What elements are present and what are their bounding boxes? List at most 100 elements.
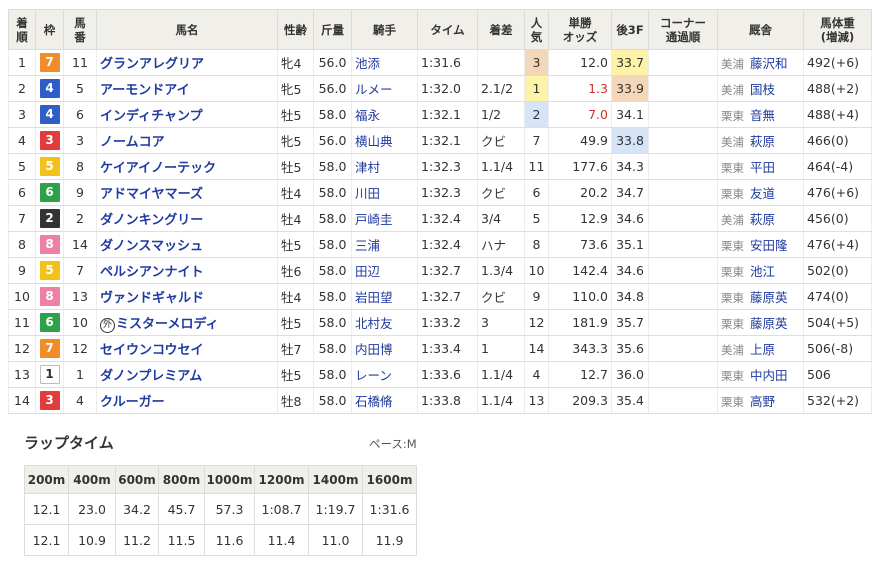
- horse-name[interactable]: ダノンスマッシュ: [100, 239, 203, 254]
- lap-distance-header: 1000m: [204, 465, 255, 494]
- trainer-link[interactable]: 萩原: [750, 134, 775, 149]
- table-row: 5 5 8 ケイアイノーテック 牡5 58.0 津村 1:32.3 1.1/4 11 177.6 34…: [8, 153, 872, 180]
- table-row: 9 5 7 ペルシアンナイト 牡6 58.0 田辺 1:32.7 1.3/4 10 142.4 34.…: [8, 257, 872, 284]
- horse-name[interactable]: ペルシアンナイト: [100, 265, 203, 280]
- horse-name-link[interactable]: ダノンプレミアム: [96, 361, 278, 388]
- horse-name[interactable]: ダノンプレミアム: [100, 369, 202, 384]
- body-weight: 464(-4): [803, 153, 872, 180]
- horse-name-link[interactable]: ダノンキングリー: [96, 205, 278, 232]
- jockey-link[interactable]: 北村友: [351, 309, 418, 336]
- carried-weight: 58.0: [313, 257, 352, 284]
- last-3f: 36.0: [611, 361, 649, 388]
- jockey-link[interactable]: ルメー: [351, 75, 418, 102]
- body-weight: 474(0): [803, 283, 872, 310]
- popularity: 10: [524, 257, 549, 284]
- jockey-link[interactable]: 田辺: [351, 257, 418, 284]
- lap-cumulative-time: 1:08.7: [254, 493, 309, 525]
- last-3f: 34.8: [611, 283, 649, 310]
- margin: 1.1/4: [477, 153, 525, 180]
- horse-name[interactable]: アドマイヤマーズ: [100, 187, 203, 202]
- trainer-link[interactable]: 平田: [750, 160, 775, 175]
- jockey-link[interactable]: 池添: [351, 49, 418, 76]
- horse-name-link[interactable]: インディチャンプ: [96, 101, 278, 128]
- col-header-jockey: 騎手: [351, 9, 418, 50]
- jockey-link[interactable]: 横山典: [351, 127, 418, 154]
- body-weight: 506: [803, 361, 872, 388]
- stable-location: 栗東: [721, 395, 744, 409]
- frame-number-cell: 7: [35, 49, 64, 76]
- horse-name-link[interactable]: ノームコア: [96, 127, 278, 154]
- horse-name-link[interactable]: クルーガー: [96, 387, 278, 414]
- horse-name[interactable]: ダノンキングリー: [100, 213, 203, 228]
- trainer-link[interactable]: 音無: [750, 108, 775, 123]
- horse-name-link[interactable]: グランアレグリア: [96, 49, 278, 76]
- finish-rank: 6: [8, 179, 36, 206]
- horse-name-link[interactable]: 外ミスターメロディ: [96, 309, 278, 336]
- jockey-link[interactable]: 津村: [351, 153, 418, 180]
- trainer-link[interactable]: 中内田: [750, 368, 788, 383]
- finish-time: 1:32.7: [417, 257, 478, 284]
- trainer-link[interactable]: 藤原英: [750, 290, 788, 305]
- jockey-link[interactable]: 三浦: [351, 231, 418, 258]
- horse-number: 5: [63, 75, 97, 102]
- frame-badge: 6: [39, 313, 60, 332]
- horse-name-link[interactable]: ダノンスマッシュ: [96, 231, 278, 258]
- jockey-link[interactable]: 福永: [351, 101, 418, 128]
- corner-positions: [648, 257, 718, 284]
- horse-name[interactable]: クルーガー: [100, 395, 165, 410]
- stable-location: 美浦: [721, 57, 744, 71]
- horse-name[interactable]: ミスターメロディ: [116, 317, 219, 332]
- lap-distance-header: 1200m: [254, 465, 309, 494]
- trainer-link[interactable]: 藤沢和: [750, 56, 788, 71]
- win-odds: 181.9: [548, 309, 612, 336]
- trainer-link[interactable]: 藤原英: [750, 316, 788, 331]
- stable-location: 栗東: [721, 265, 744, 279]
- horse-name-link[interactable]: ヴァンドギャルド: [96, 283, 278, 310]
- lap-cumulative-time: 57.3: [204, 493, 255, 525]
- horse-name-link[interactable]: アドマイヤマーズ: [96, 179, 278, 206]
- horse-name[interactable]: セイウンコウセイ: [100, 343, 203, 358]
- frame-number-cell: 3: [35, 127, 64, 154]
- jockey-link[interactable]: レーン: [351, 361, 418, 388]
- jockey-link[interactable]: 岩田望: [351, 283, 418, 310]
- frame-badge: 8: [39, 235, 60, 254]
- col-header-corner: コーナー 通過順: [648, 9, 718, 50]
- frame-badge: 1: [39, 365, 60, 384]
- horse-name[interactable]: インディチャンプ: [100, 109, 203, 124]
- jockey-link[interactable]: 内田博: [351, 335, 418, 362]
- last-3f: 34.6: [611, 205, 649, 232]
- horse-name[interactable]: ノームコア: [100, 135, 165, 150]
- jockey-link[interactable]: 石橋脩: [351, 387, 418, 414]
- col-header-waku: 枠: [35, 9, 64, 50]
- lap-split-time: 12.1: [24, 524, 69, 556]
- horse-name[interactable]: グランアレグリア: [100, 57, 204, 72]
- horse-name[interactable]: アーモンドアイ: [100, 83, 190, 98]
- horse-name-link[interactable]: ペルシアンナイト: [96, 257, 278, 284]
- trainer-link[interactable]: 萩原: [750, 212, 775, 227]
- col-header-sex-age: 性齢: [277, 9, 314, 50]
- jockey-link[interactable]: 川田: [351, 179, 418, 206]
- trainer-cell: 美浦 藤沢和: [717, 49, 804, 76]
- trainer-link[interactable]: 高野: [750, 394, 775, 409]
- horse-name[interactable]: ヴァンドギャルド: [100, 291, 204, 306]
- trainer-link[interactable]: 上原: [750, 342, 775, 357]
- finish-rank: 5: [8, 153, 36, 180]
- last-3f: 34.6: [611, 257, 649, 284]
- jockey-link[interactable]: 戸崎圭: [351, 205, 418, 232]
- popularity: 7: [524, 127, 549, 154]
- trainer-link[interactable]: 友道: [750, 186, 775, 201]
- trainer-link[interactable]: 安田隆: [750, 238, 788, 253]
- horse-name-link[interactable]: ケイアイノーテック: [96, 153, 278, 180]
- horse-name-link[interactable]: セイウンコウセイ: [96, 335, 278, 362]
- corner-positions: [648, 49, 718, 76]
- horse-number: 2: [63, 205, 97, 232]
- horse-name[interactable]: ケイアイノーテック: [100, 161, 216, 176]
- col-header-margin: 着差: [477, 9, 525, 50]
- finish-time: 1:32.3: [417, 153, 478, 180]
- trainer-link[interactable]: 池江: [750, 264, 775, 279]
- trainer-link[interactable]: 国枝: [750, 82, 775, 97]
- finish-rank: 3: [8, 101, 36, 128]
- corner-positions: [648, 153, 718, 180]
- horse-name-link[interactable]: アーモンドアイ: [96, 75, 278, 102]
- table-row: 7 2 2 ダノンキングリー 牡4 58.0 戸崎圭 1:32.4 3/4 5 12.9 34.6 美浦…: [8, 205, 872, 232]
